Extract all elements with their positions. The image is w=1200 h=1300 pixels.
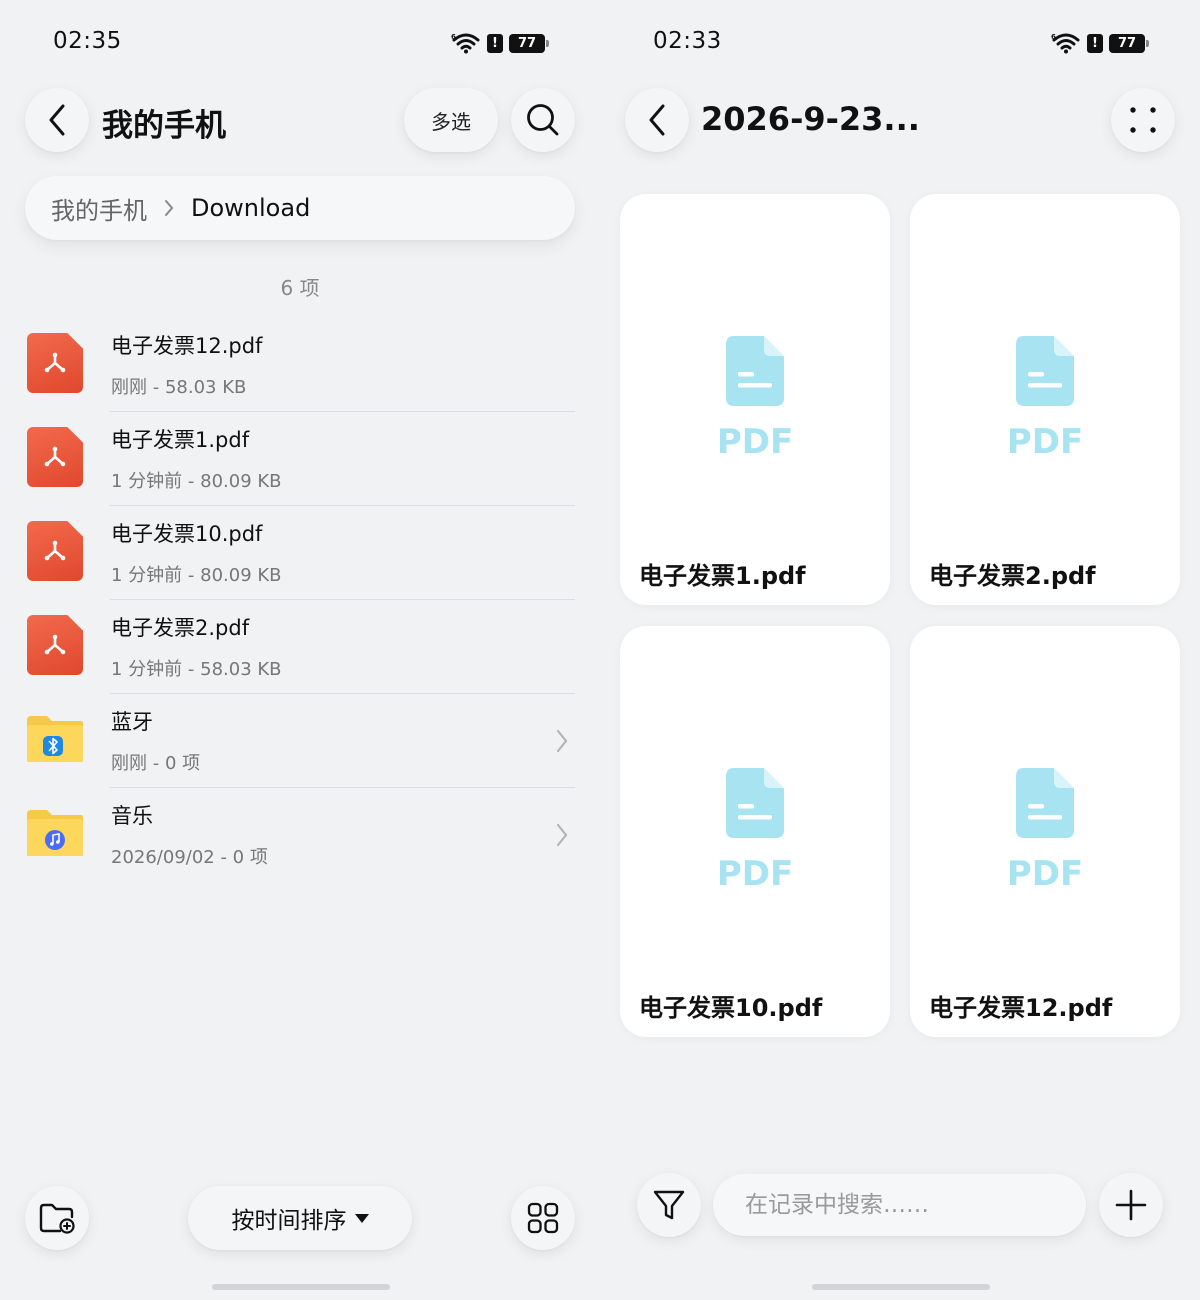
home-indicator — [812, 1284, 990, 1290]
pdf-badge: PDF — [1006, 422, 1084, 462]
file-name: 电子发票2.pdf — [111, 616, 250, 640]
alert-icon: ! — [1087, 33, 1103, 53]
card-file-name: 电子发票2.pdf — [929, 562, 1096, 590]
battery-icon: 77 — [1109, 33, 1149, 53]
file-list: 电子发票12.pdf 刚刚 - 58.03 KB 电子发票1.pdf 1 分钟前… — [25, 318, 575, 882]
status-bar: 02:33 6 ! 77 — [653, 28, 1149, 58]
pdf-card[interactable]: PDF 电子发票1.pdf — [620, 194, 890, 605]
folder-meta: 2026/09/02 - 0 项 — [111, 847, 268, 868]
pdf-file-icon — [27, 521, 83, 581]
multiselect-button[interactable]: 多选 — [404, 88, 498, 152]
file-meta: 1 分钟前 - 80.09 KB — [111, 565, 282, 586]
folder-row[interactable]: 音乐 2026/09/02 - 0 项 — [25, 788, 575, 882]
pdf-card[interactable]: PDF 电子发票12.pdf — [910, 626, 1180, 1037]
chevron-left-icon — [49, 104, 65, 136]
filter-button[interactable] — [637, 1173, 701, 1237]
four-dots-icon — [1130, 107, 1156, 133]
back-button[interactable] — [25, 88, 89, 152]
status-icons: 6 ! 77 — [1051, 32, 1149, 54]
caret-down-icon — [354, 1213, 369, 1223]
chevron-right-icon — [556, 823, 568, 847]
file-row[interactable]: 电子发票10.pdf 1 分钟前 - 80.09 KB — [25, 506, 575, 600]
file-meta: 1 分钟前 - 80.09 KB — [111, 471, 282, 492]
battery-icon: 77 — [509, 33, 549, 53]
status-time: 02:35 — [53, 28, 122, 54]
pdf-badge: PDF — [716, 422, 794, 462]
wifi-icon: 6 — [451, 33, 480, 54]
file-meta: 刚刚 - 58.03 KB — [111, 377, 247, 398]
pdf-badge: PDF — [1006, 854, 1084, 894]
home-indicator — [212, 1284, 390, 1290]
new-folder-icon — [39, 1203, 75, 1234]
search-field[interactable] — [713, 1174, 1086, 1236]
file-row[interactable]: 电子发票12.pdf 刚刚 - 58.03 KB — [25, 318, 575, 412]
add-button[interactable] — [1099, 1173, 1163, 1237]
alert-icon: ! — [487, 33, 503, 53]
folder-icon — [27, 716, 83, 762]
pdf-badge: PDF — [716, 854, 794, 894]
card-file-name: 电子发票10.pdf — [639, 994, 823, 1022]
status-time: 02:33 — [653, 28, 722, 54]
new-folder-button[interactable] — [25, 1186, 89, 1250]
grid-icon — [527, 1202, 559, 1234]
search-input[interactable] — [745, 1192, 1086, 1218]
sort-button[interactable]: 按时间排序 — [188, 1186, 412, 1250]
breadcrumb-root[interactable]: 我的手机 — [51, 191, 147, 226]
status-icons: 6 ! 77 — [451, 32, 549, 54]
document-icon — [726, 336, 784, 406]
chevron-right-icon — [556, 729, 568, 753]
pdf-card[interactable]: PDF 电子发票10.pdf — [620, 626, 890, 1037]
folder-meta: 刚刚 - 0 项 — [111, 753, 201, 774]
more-options-button[interactable] — [1111, 88, 1175, 152]
status-bar: 02:35 6 ! 77 — [53, 28, 549, 58]
left-screen: 02:35 6 ! 77 我的手机 多选 我的手机 Download 6 项 电… — [0, 0, 600, 1300]
pdf-card[interactable]: PDF 电子发票2.pdf — [910, 194, 1180, 605]
sort-label: 按时间排序 — [231, 1208, 347, 1234]
music-icon — [45, 830, 65, 850]
back-button[interactable] — [625, 88, 689, 152]
folder-name: 音乐 — [111, 804, 153, 828]
svg-text:6: 6 — [451, 33, 456, 41]
grid-view-button[interactable] — [511, 1186, 575, 1250]
document-icon — [1016, 768, 1074, 838]
chevron-left-icon — [649, 104, 665, 136]
wifi-icon: 6 — [1051, 33, 1080, 54]
plus-icon — [1115, 1189, 1147, 1221]
card-file-name: 电子发票1.pdf — [639, 562, 806, 590]
file-name: 电子发票1.pdf — [111, 428, 250, 452]
document-icon — [726, 768, 784, 838]
file-meta: 1 分钟前 - 58.03 KB — [111, 659, 282, 680]
folder-icon — [27, 810, 83, 856]
page-title: 我的手机 — [102, 108, 226, 144]
document-icon — [1016, 336, 1074, 406]
pdf-file-icon — [27, 333, 83, 393]
file-row[interactable]: 电子发票2.pdf 1 分钟前 - 58.03 KB — [25, 600, 575, 694]
breadcrumb-current[interactable]: Download — [191, 194, 310, 222]
file-row[interactable]: 电子发票1.pdf 1 分钟前 - 80.09 KB — [25, 412, 575, 506]
card-file-name: 电子发票12.pdf — [929, 994, 1113, 1022]
file-name: 电子发票10.pdf — [111, 522, 263, 546]
page-title: 2026-9-23... — [701, 100, 920, 138]
pdf-file-icon — [27, 427, 83, 487]
folder-row[interactable]: 蓝牙 刚刚 - 0 项 — [25, 694, 575, 788]
folder-name: 蓝牙 — [111, 710, 153, 734]
filter-icon — [653, 1190, 685, 1220]
breadcrumb: 我的手机 Download — [25, 176, 575, 240]
search-button[interactable] — [511, 88, 575, 152]
file-name: 电子发票12.pdf — [111, 334, 263, 358]
item-count: 6 项 — [280, 276, 320, 300]
svg-text:6: 6 — [1051, 33, 1056, 41]
search-icon — [527, 104, 559, 136]
chevron-right-icon — [165, 200, 174, 216]
pdf-file-icon — [27, 615, 83, 675]
